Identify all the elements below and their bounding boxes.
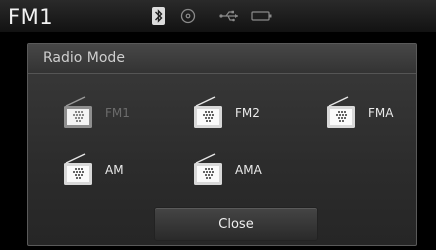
radio-icon <box>64 153 92 185</box>
dialog-title: Radio Mode <box>43 50 125 66</box>
option-am[interactable]: AM <box>63 152 163 186</box>
current-station: FM1 <box>8 5 54 29</box>
usb-icon <box>219 10 238 22</box>
disc-icon <box>180 8 196 24</box>
radio-icon <box>194 96 222 128</box>
option-label: AM <box>105 163 124 177</box>
bluetooth-icon <box>152 7 165 25</box>
close-button[interactable]: Close <box>154 207 318 241</box>
option-label: FM1 <box>105 106 130 120</box>
battery-icon <box>251 11 272 21</box>
dialog-header: Radio Mode <box>28 44 416 74</box>
option-label: FM2 <box>235 106 260 120</box>
option-fm1[interactable]: FM1 <box>63 95 163 129</box>
option-label: AMA <box>235 163 262 177</box>
option-ama[interactable]: AMA <box>193 152 293 186</box>
radio-icon <box>194 153 222 185</box>
option-fm2[interactable]: FM2 <box>193 95 293 129</box>
status-bar: FM1 <box>0 0 436 32</box>
radio-icon <box>64 96 92 128</box>
close-button-label: Close <box>218 217 254 232</box>
option-label: FMA <box>368 106 394 120</box>
radio-mode-dialog: Radio Mode FM1 FM2 FMA AM AMA Close <box>27 43 417 246</box>
option-fma[interactable]: FMA <box>326 95 416 129</box>
radio-icon <box>327 96 355 128</box>
